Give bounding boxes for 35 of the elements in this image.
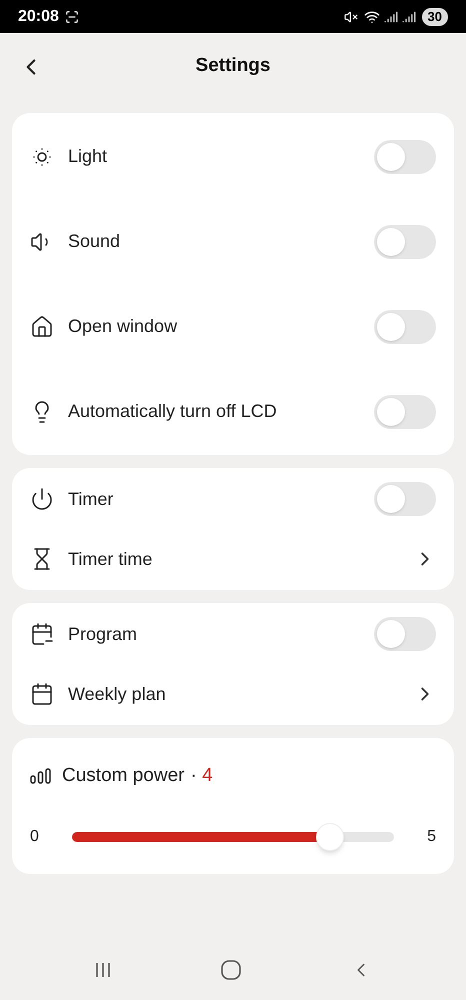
- toggle-switch[interactable]: [374, 617, 436, 651]
- slider-thumb[interactable]: [316, 822, 344, 850]
- setting-label: Timer: [68, 488, 114, 510]
- toggle-switch[interactable]: [374, 310, 436, 344]
- setting-label: Program: [68, 622, 138, 646]
- power-value: · 4: [190, 764, 213, 788]
- calendar-icon: [30, 682, 54, 706]
- power-label: Custom power: [62, 764, 184, 788]
- slider-max: 5: [426, 826, 436, 846]
- bars-icon: [30, 768, 52, 784]
- page-title: Settings: [196, 54, 270, 78]
- mute-icon: [344, 10, 358, 24]
- setting-label: Automatically turn off LCD: [68, 400, 278, 423]
- setting-label: Weekly plan: [68, 682, 167, 706]
- wifi-icon: [364, 8, 380, 24]
- setting-label: Timer time: [68, 548, 154, 570]
- signal-icon: [402, 10, 416, 24]
- battery-level: 30: [422, 8, 448, 26]
- toggle-switch[interactable]: [374, 482, 436, 516]
- house-icon: [30, 314, 54, 338]
- signal-icon: [384, 10, 398, 24]
- screenshot-icon: [64, 10, 79, 24]
- home-icon[interactable]: [220, 960, 241, 980]
- separator-dot: ·: [190, 765, 197, 786]
- power-icon: [30, 487, 54, 511]
- toggle-switch[interactable]: [374, 224, 436, 258]
- setting-label: Light: [68, 145, 108, 168]
- setting-label: Open window: [68, 315, 178, 338]
- toggle-switch[interactable]: [374, 394, 436, 428]
- status-time: 20:08: [18, 6, 59, 26]
- setting-label: Sound: [68, 230, 122, 253]
- slider-min: 0: [30, 826, 40, 846]
- toggle-switch[interactable]: [374, 140, 436, 174]
- recent-apps-icon[interactable]: [94, 961, 112, 979]
- calendar-icon: [30, 622, 54, 646]
